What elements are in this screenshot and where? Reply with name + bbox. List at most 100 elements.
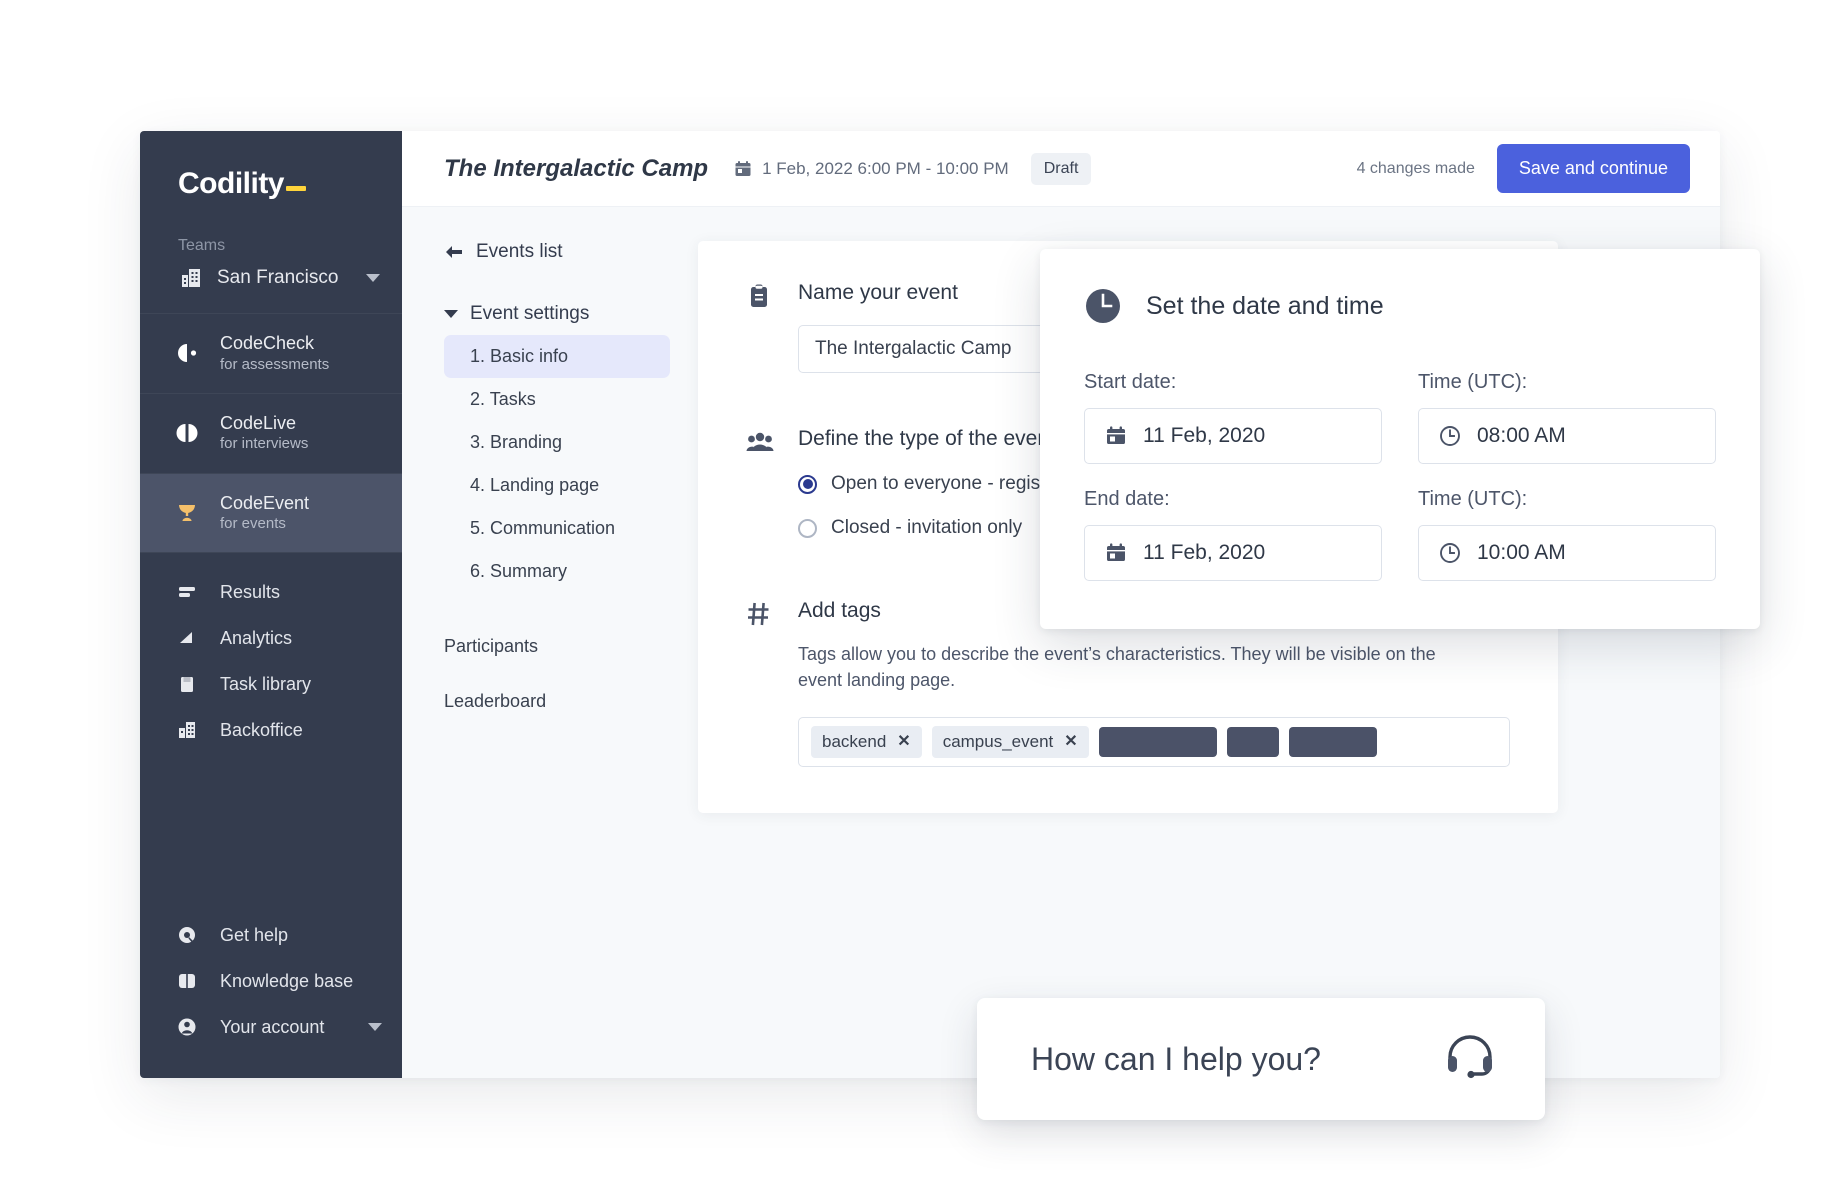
step-tasks[interactable]: 2. Tasks bbox=[444, 378, 670, 421]
end-date-label: End date: bbox=[1084, 488, 1382, 511]
building-icon bbox=[174, 719, 200, 741]
help-circle-icon bbox=[174, 924, 200, 946]
end-date-input[interactable]: 11 Feb, 2020 bbox=[1084, 525, 1382, 581]
sidebar-item-sublabel: for assessments bbox=[220, 355, 329, 375]
hash-icon bbox=[746, 599, 776, 767]
datetime-fields: Start date: 11 Feb, 2020 Time (UTC): 08:… bbox=[1084, 371, 1716, 581]
arrow-left-icon bbox=[444, 244, 464, 260]
building-icon bbox=[178, 268, 204, 288]
team-selector[interactable]: San Francisco bbox=[140, 255, 402, 313]
tag-chip-redacted[interactable] bbox=[1289, 727, 1377, 757]
codelive-icon bbox=[174, 421, 200, 445]
back-to-events-list[interactable]: Events list bbox=[444, 241, 692, 263]
topbar-actions: 4 changes made Save and continue bbox=[1357, 144, 1690, 193]
headset-icon bbox=[1441, 1030, 1499, 1088]
subnav-item-participants[interactable]: Participants bbox=[444, 625, 692, 668]
sidebar-bottom-nav: Get help Knowledge base Your account bbox=[140, 912, 402, 1078]
trophy-icon bbox=[174, 501, 200, 525]
clipboard-icon bbox=[746, 281, 776, 373]
tag-chip-redacted[interactable] bbox=[1227, 727, 1279, 757]
sidebar-item-codelive[interactable]: CodeLive for interviews bbox=[140, 394, 402, 474]
page-title: The Intergalactic Camp bbox=[444, 155, 708, 183]
radio-selected-icon bbox=[798, 475, 817, 494]
step-branding[interactable]: 3. Branding bbox=[444, 421, 670, 464]
sidebar-item-label: Your account bbox=[220, 1017, 348, 1038]
sidebar-item-label: CodeEvent bbox=[220, 492, 309, 515]
calendar-icon bbox=[1105, 542, 1127, 564]
subnav-extra-links: Participants Leaderboard bbox=[444, 625, 692, 723]
end-time-field: Time (UTC): 10:00 AM bbox=[1418, 488, 1716, 581]
calendar-icon bbox=[734, 160, 752, 178]
chevron-down-icon bbox=[366, 274, 380, 282]
sidebar-item-label: Analytics bbox=[220, 628, 292, 649]
sidebar-item-label: Backoffice bbox=[220, 720, 303, 741]
sidebar-item-backoffice[interactable]: Backoffice bbox=[140, 707, 402, 753]
tags-input[interactable]: backend ✕ campus_event ✕ bbox=[798, 717, 1510, 767]
changes-counter: 4 changes made bbox=[1357, 160, 1475, 178]
start-date-input[interactable]: 11 Feb, 2020 bbox=[1084, 408, 1382, 464]
help-widget-text: How can I help you? bbox=[1031, 1041, 1321, 1078]
start-date-label: Start date: bbox=[1084, 371, 1382, 394]
back-label: Events list bbox=[476, 241, 563, 263]
status-badge: Draft bbox=[1031, 153, 1092, 185]
step-summary[interactable]: 6. Summary bbox=[444, 550, 670, 593]
tags-description: Tags allow you to describe the event’s c… bbox=[798, 641, 1438, 693]
codecheck-icon bbox=[174, 341, 200, 365]
sidebar-item-codecheck[interactable]: CodeCheck for assessments bbox=[140, 314, 402, 394]
save-and-continue-button[interactable]: Save and continue bbox=[1497, 144, 1690, 193]
step-basic-info[interactable]: 1. Basic info bbox=[444, 335, 670, 378]
sidebar-item-label: CodeLive bbox=[220, 412, 308, 435]
end-time-value: 10:00 AM bbox=[1477, 541, 1566, 565]
sidebar-item-codeevent[interactable]: CodeEvent for events bbox=[140, 474, 402, 554]
tag-label: campus_event bbox=[943, 732, 1054, 752]
screenshot-root: Codility Teams San Francisco CodeCheck bbox=[0, 0, 1840, 1200]
end-time-label: Time (UTC): bbox=[1418, 488, 1716, 511]
team-name: San Francisco bbox=[217, 267, 353, 289]
secondary-nav: Results Analytics Task library bbox=[140, 553, 402, 753]
event-date-text: 1 Feb, 2022 6:00 PM - 10:00 PM bbox=[762, 159, 1009, 179]
end-time-input[interactable]: 10:00 AM bbox=[1418, 525, 1716, 581]
end-date-value: 11 Feb, 2020 bbox=[1143, 541, 1265, 565]
group-label: Event settings bbox=[470, 303, 589, 325]
start-time-input[interactable]: 08:00 AM bbox=[1418, 408, 1716, 464]
subnav-item-leaderboard[interactable]: Leaderboard bbox=[444, 680, 692, 723]
sidebar-item-label: Results bbox=[220, 582, 280, 603]
modal-title: Set the date and time bbox=[1146, 292, 1384, 321]
chevron-down-icon bbox=[444, 310, 458, 318]
tag-chip[interactable]: backend ✕ bbox=[811, 726, 922, 758]
step-landing-page[interactable]: 4. Landing page bbox=[444, 464, 670, 507]
results-icon bbox=[174, 581, 200, 603]
tag-label: backend bbox=[822, 732, 886, 752]
start-time-label: Time (UTC): bbox=[1418, 371, 1716, 394]
help-widget[interactable]: How can I help you? bbox=[977, 998, 1545, 1120]
sidebar-item-get-help[interactable]: Get help bbox=[140, 912, 402, 958]
book-icon bbox=[174, 673, 200, 695]
top-bar: The Intergalactic Camp 1 Feb, 2022 6:00 … bbox=[402, 131, 1720, 207]
event-settings-nav: Events list Event settings 1. Basic info… bbox=[402, 241, 692, 1078]
sidebar-item-sublabel: for interviews bbox=[220, 434, 308, 454]
start-time-value: 08:00 AM bbox=[1477, 424, 1566, 448]
teams-label: Teams bbox=[140, 201, 402, 255]
start-date-field: Start date: 11 Feb, 2020 bbox=[1084, 371, 1382, 464]
event-type-option-label: Closed - invitation only bbox=[831, 517, 1022, 539]
sidebar-item-label: Task library bbox=[220, 674, 311, 695]
sidebar-item-task-library[interactable]: Task library bbox=[140, 661, 402, 707]
event-settings-group-toggle[interactable]: Event settings bbox=[444, 303, 692, 325]
step-communication[interactable]: 5. Communication bbox=[444, 507, 670, 550]
sidebar-item-results[interactable]: Results bbox=[140, 569, 402, 615]
sidebar-item-sublabel: for events bbox=[220, 514, 309, 534]
brand-logo: Codility bbox=[140, 131, 402, 201]
sidebar-item-analytics[interactable]: Analytics bbox=[140, 615, 402, 661]
sidebar-item-label: Knowledge base bbox=[220, 971, 382, 992]
remove-tag-icon[interactable]: ✕ bbox=[897, 734, 910, 750]
primary-sidebar: Codility Teams San Francisco CodeCheck bbox=[140, 131, 402, 1078]
remove-tag-icon[interactable]: ✕ bbox=[1064, 734, 1077, 750]
tag-chip-redacted[interactable] bbox=[1099, 727, 1217, 757]
sidebar-item-knowledge-base[interactable]: Knowledge base bbox=[140, 958, 402, 1004]
calendar-icon bbox=[1105, 425, 1127, 447]
sidebar-item-your-account[interactable]: Your account bbox=[140, 1004, 402, 1050]
clock-icon bbox=[1439, 542, 1461, 564]
radio-unselected-icon bbox=[798, 519, 817, 538]
tag-chip[interactable]: campus_event ✕ bbox=[932, 726, 1089, 758]
event-date: 1 Feb, 2022 6:00 PM - 10:00 PM bbox=[734, 159, 1009, 179]
